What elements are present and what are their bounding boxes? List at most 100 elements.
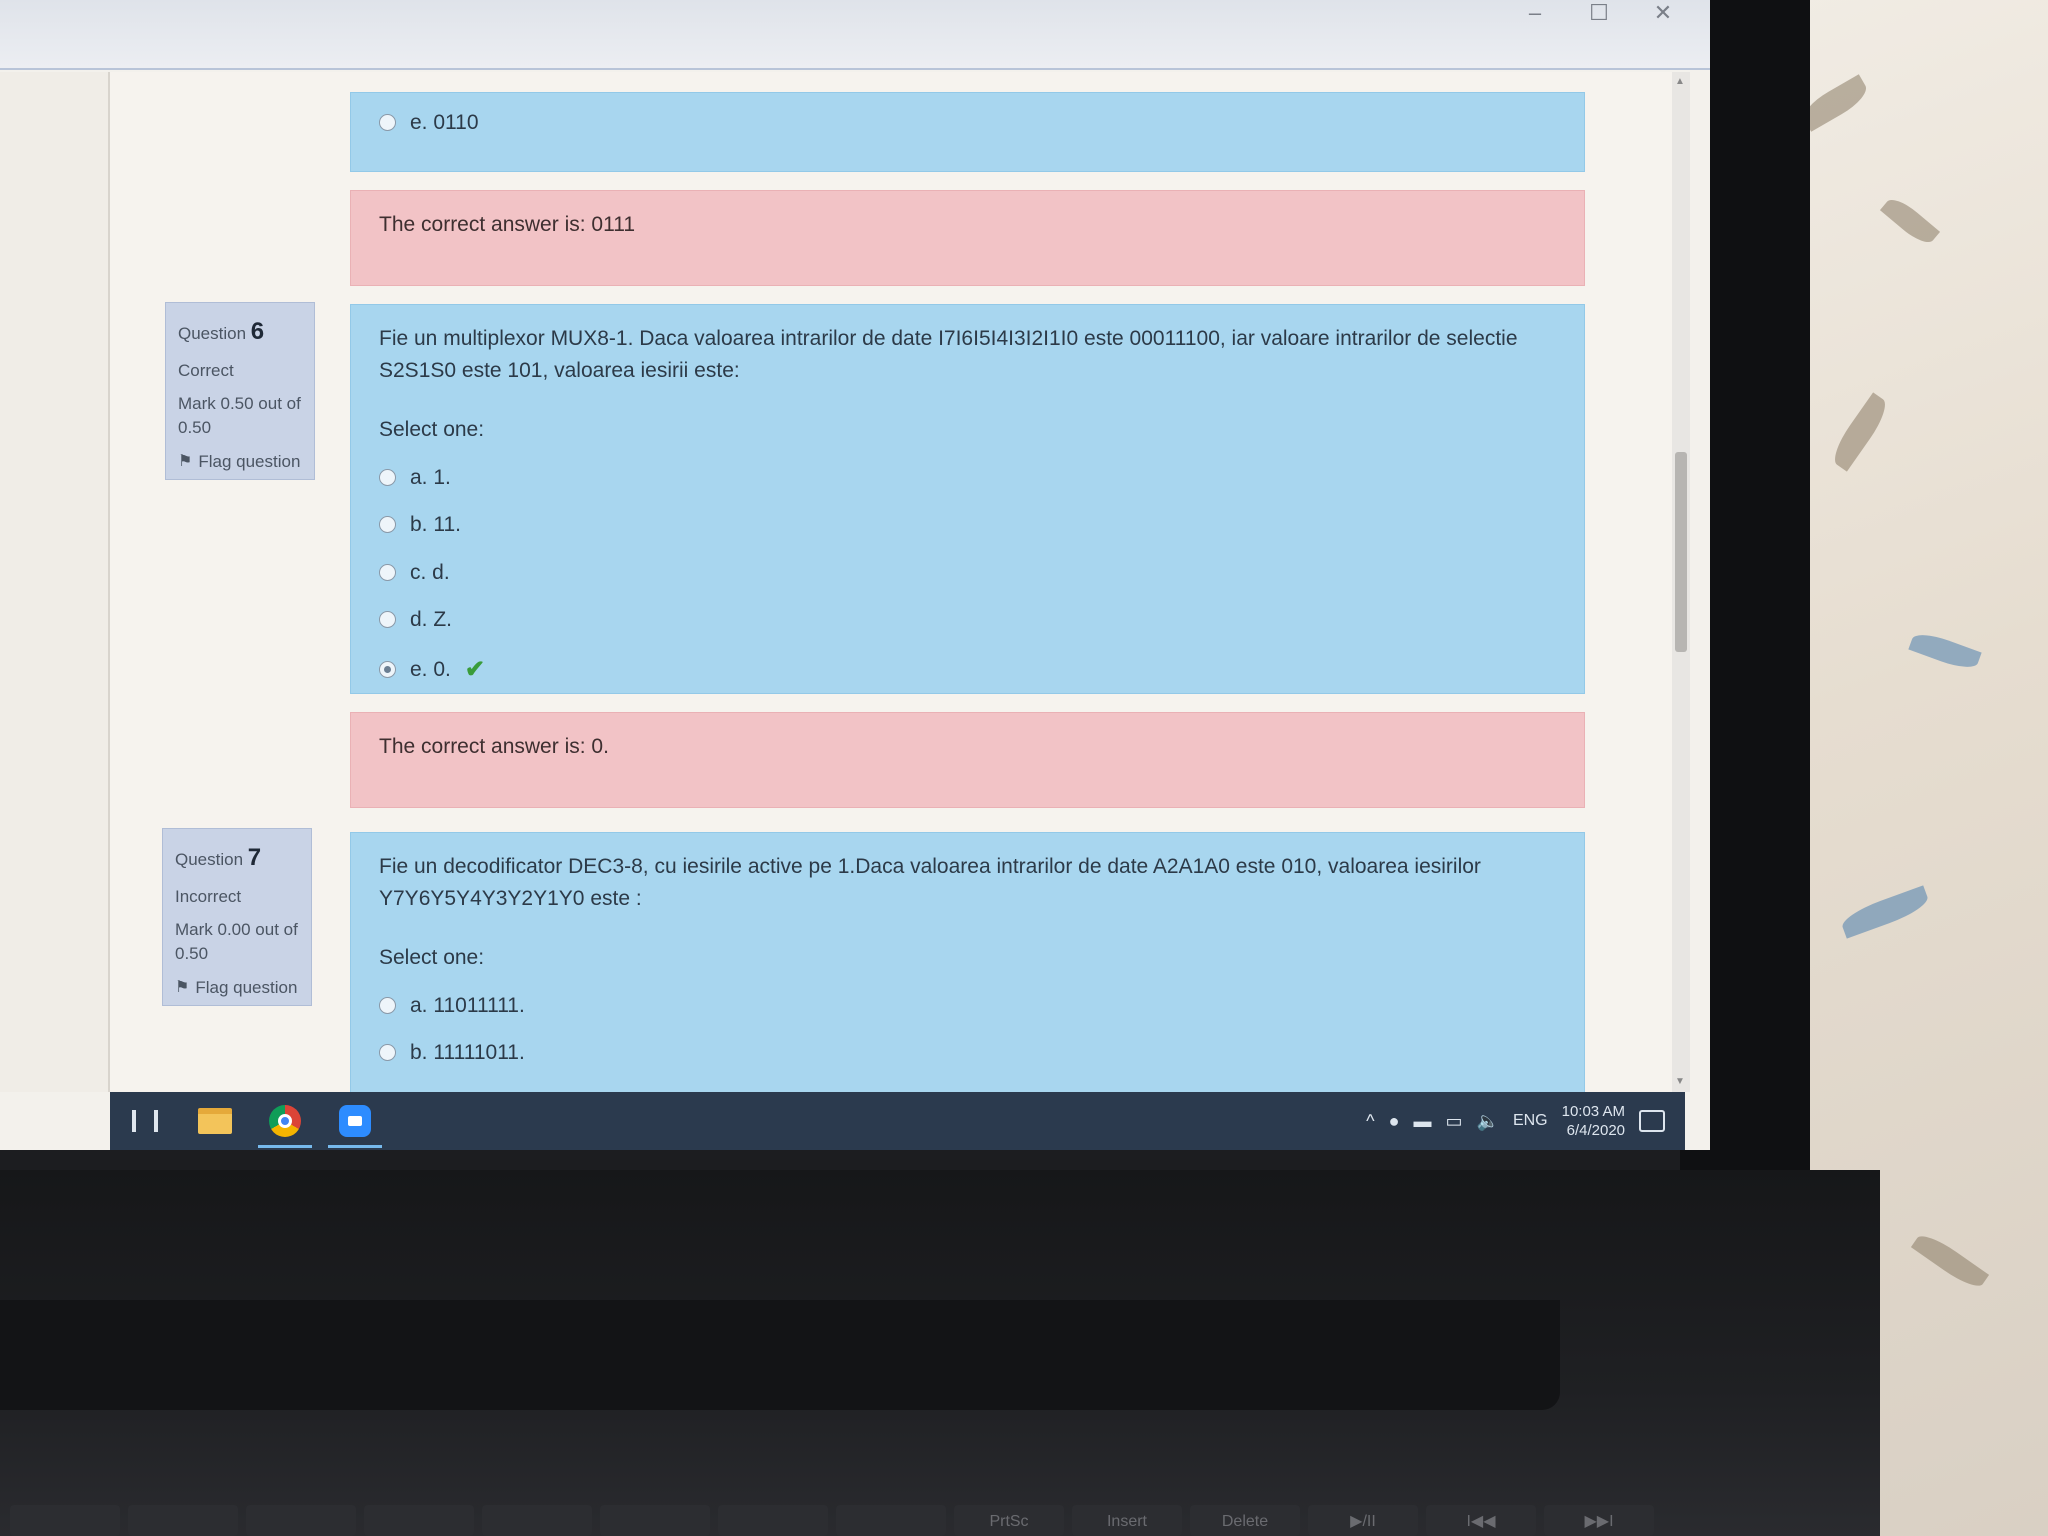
option-label: c. d. <box>410 560 450 584</box>
select-one-label: Select one: <box>379 946 485 969</box>
volume-icon[interactable]: 🔈 <box>1477 1111 1499 1132</box>
question-feedback-6: The correct answer is: 0. <box>350 712 1585 808</box>
key <box>364 1505 474 1536</box>
radio-button-checked[interactable] <box>379 661 396 678</box>
scrollbar-thumb[interactable] <box>1675 452 1687 652</box>
clock[interactable]: 10:03 AM 6/4/2020 <box>1562 1102 1625 1141</box>
question-text: Fie un multiplexor MUX8-1. Daca valoarea… <box>379 327 1518 382</box>
question-info-7: Question 7 Incorrect Mark 0.00 out of 0.… <box>162 828 312 1006</box>
question-label: Question <box>175 850 244 869</box>
network-icon[interactable]: ▭ <box>1446 1111 1463 1132</box>
key <box>836 1505 946 1536</box>
question-number: 6 <box>250 318 265 345</box>
flag-icon: ⚑ <box>178 452 193 470</box>
key <box>128 1505 238 1536</box>
check-icon: ✔ <box>464 655 485 683</box>
question-info-6: Question 6 Correct Mark 0.50 out of 0.50… <box>165 302 315 480</box>
system-tray: ^ ● ▬ ▭ 🔈 ENG 10:03 AM 6/4/2020 <box>1366 1092 1665 1150</box>
option-label: d. Z. <box>410 608 453 631</box>
microphone-icon[interactable]: ● <box>1389 1111 1400 1132</box>
option-label: b. 11. <box>410 513 461 536</box>
question-formulation-6: Fie un multiplexor MUX8-1. Daca valoarea… <box>350 304 1585 694</box>
maximize-button[interactable]: ☐ <box>1582 0 1616 28</box>
correct-answer-text: The correct answer is: 0. <box>379 735 609 758</box>
keyboard-top-row: PrtSc Insert Delete ▶/II I◀◀ ▶▶I <box>0 1505 1760 1536</box>
key <box>246 1505 356 1536</box>
file-explorer-button[interactable] <box>180 1092 250 1150</box>
input-language[interactable]: ENG <box>1513 1112 1548 1130</box>
scroll-up-icon[interactable]: ▲ <box>1675 76 1687 88</box>
close-button[interactable]: ✕ <box>1646 0 1680 28</box>
key-prev: I◀◀ <box>1426 1505 1536 1536</box>
option-label: a. 1. <box>410 465 451 489</box>
radio-button[interactable] <box>379 114 396 132</box>
chrome-icon <box>269 1105 301 1137</box>
answer-option[interactable]: a. 11011111. <box>379 990 1556 1022</box>
answer-option[interactable]: b. 11. <box>379 509 1556 541</box>
option-label: e. 0. <box>410 657 451 681</box>
answer-option[interactable]: b. 11111011. <box>379 1037 1556 1069</box>
key <box>600 1505 710 1536</box>
prev-question-feedback: The correct answer is: 0111 <box>350 190 1585 286</box>
answer-option[interactable]: a. 1. <box>379 462 1556 494</box>
correct-answer-text: The correct answer is: 0111 <box>379 213 635 236</box>
radio-button[interactable] <box>379 516 396 534</box>
flag-question-link[interactable]: ⚑ Flag question <box>175 976 299 1000</box>
question-state: Correct <box>178 360 234 380</box>
zoom-button[interactable] <box>320 1092 390 1150</box>
question-number: 7 <box>247 844 262 871</box>
answer-option[interactable]: e. 0. ✔ <box>379 652 1556 688</box>
task-view-icon <box>132 1110 158 1132</box>
windows-taskbar: ^ ● ▬ ▭ 🔈 ENG 10:03 AM 6/4/2020 <box>110 1092 1685 1150</box>
radio-button[interactable] <box>379 563 396 581</box>
key-prtsc: PrtSc <box>954 1505 1064 1536</box>
zoom-icon <box>339 1105 371 1137</box>
radio-button[interactable] <box>379 611 396 629</box>
left-rail <box>0 72 110 1092</box>
question-formulation-7: Fie un decodificator DEC3-8, cu iesirile… <box>350 832 1585 1132</box>
option-label: b. 11111011. <box>410 1041 525 1064</box>
key <box>10 1505 120 1536</box>
clock-time: 10:03 AM <box>1561 1102 1625 1120</box>
key <box>482 1505 592 1536</box>
quiz-review-page: e. 0110 The correct answer is: 0111 Ques… <box>0 72 1690 1132</box>
answer-option[interactable]: d. Z. <box>379 604 1556 636</box>
flag-icon: ⚑ <box>175 978 190 996</box>
browser-titlebar: – ☐ ✕ <box>0 0 1710 70</box>
key-next: ▶▶I <box>1544 1505 1654 1536</box>
radio-button[interactable] <box>379 468 396 486</box>
notification-icon[interactable] <box>1639 1110 1665 1132</box>
answer-option[interactable]: c. d. <box>379 557 1556 589</box>
window-controls: – ☐ ✕ <box>1518 0 1680 28</box>
flag-question-label: Flag question <box>195 977 298 997</box>
key-delete: Delete <box>1190 1505 1300 1536</box>
flag-question-link[interactable]: ⚑ Flag question <box>178 450 302 474</box>
option-label: a. 11011111. <box>410 993 525 1017</box>
select-one-label: Select one: <box>379 418 485 441</box>
page-scrollbar[interactable]: ▲ ▼ <box>1672 72 1690 1092</box>
laptop-screen: – ☐ ✕ e. 0110 The correct answer is: 011… <box>0 0 1710 1150</box>
key-play-pause: ▶/II <box>1308 1505 1418 1536</box>
chrome-button[interactable] <box>250 1092 320 1150</box>
battery-icon[interactable]: ▬ <box>1414 1111 1432 1132</box>
question-text: Fie un decodificator DEC3-8, cu iesirile… <box>379 855 1481 910</box>
folder-icon <box>198 1108 232 1134</box>
scroll-down-icon[interactable]: ▼ <box>1675 1076 1687 1088</box>
question-mark: Mark 0.00 out of 0.50 <box>175 920 298 964</box>
minimize-button[interactable]: – <box>1518 0 1552 28</box>
question-mark: Mark 0.50 out of 0.50 <box>178 394 301 438</box>
radio-button[interactable] <box>379 1044 396 1062</box>
prev-question-formulation: e. 0110 <box>350 92 1585 172</box>
flag-question-label: Flag question <box>198 451 301 471</box>
question-label: Question <box>178 324 247 343</box>
option-label: e. 0110 <box>410 111 479 134</box>
radio-button[interactable] <box>379 996 396 1014</box>
chevron-up-icon[interactable]: ^ <box>1366 1111 1374 1132</box>
task-view-button[interactable] <box>110 1092 180 1150</box>
answer-option[interactable]: e. 0110 <box>379 107 1556 139</box>
key-insert: Insert <box>1072 1505 1182 1536</box>
clock-date: 6/4/2020 <box>1566 1122 1625 1139</box>
key <box>718 1505 828 1536</box>
laptop-hinge <box>0 1300 1560 1410</box>
question-state: Incorrect <box>175 886 242 906</box>
